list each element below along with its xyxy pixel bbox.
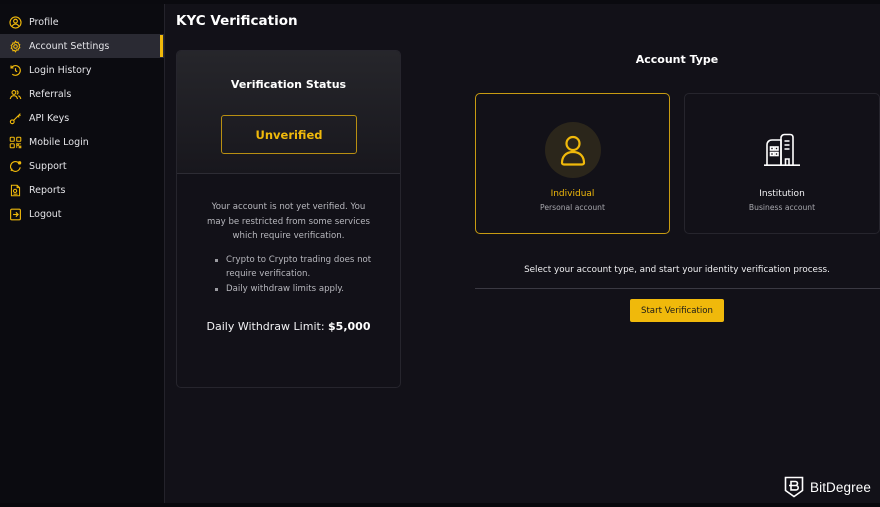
brand-name: BitDegree xyxy=(810,479,871,495)
building-icon xyxy=(754,122,810,178)
daily-withdraw-limit: Daily Withdraw Limit: $5,000 xyxy=(197,320,380,333)
list-item: Crypto to Crypto trading does not requir… xyxy=(215,253,380,282)
sidebar-item-reports[interactable]: Reports xyxy=(0,178,164,202)
status-bullet-list: Crypto to Crypto trading does not requir… xyxy=(197,253,380,297)
sidebar-item-api-keys[interactable]: API Keys xyxy=(0,106,164,130)
status-description: Your account is not yet verified. You ma… xyxy=(206,202,370,241)
support-chat-icon xyxy=(9,160,22,173)
sidebar-item-label: API Keys xyxy=(29,112,70,124)
sidebar-item-referrals[interactable]: Referrals xyxy=(0,82,164,106)
account-option-institution[interactable]: Institution Business account xyxy=(684,93,880,234)
account-option-name: Institution xyxy=(759,189,805,199)
sidebar-item-mobile-login[interactable]: Mobile Login xyxy=(0,130,164,154)
sidebar-item-label: Referrals xyxy=(29,88,72,100)
sidebar-item-label: Reports xyxy=(29,184,66,196)
sidebar-item-support[interactable]: Support xyxy=(0,154,164,178)
sidebar: Profile Account Settings Login History R… xyxy=(0,4,165,503)
sidebar-item-label: Logout xyxy=(29,208,62,220)
verification-status-title: Verification Status xyxy=(230,78,347,91)
account-type-instruction: Select your account type, and start your… xyxy=(524,265,830,275)
sidebar-item-label: Profile xyxy=(29,16,59,28)
list-item: Daily withdraw limits apply. xyxy=(215,282,380,297)
bitdegree-shield-logo-icon xyxy=(784,476,804,498)
sidebar-item-login-history[interactable]: Login History xyxy=(0,58,164,82)
user-circle-icon xyxy=(9,15,22,29)
status-badge: Unverified xyxy=(221,115,357,154)
page-title: KYC Verification xyxy=(176,13,298,29)
sidebar-item-label: Login History xyxy=(29,64,92,76)
account-option-subtitle: Business account xyxy=(748,203,816,212)
key-icon xyxy=(9,112,22,125)
report-document-icon xyxy=(9,184,22,197)
verification-status-card: Verification Status Unverified Your acco… xyxy=(176,50,401,388)
start-verification-button[interactable]: Start Verification xyxy=(630,299,724,322)
logout-icon xyxy=(9,208,22,221)
limit-label: Daily Withdraw Limit: xyxy=(206,320,325,333)
sidebar-item-profile[interactable]: Profile xyxy=(0,10,164,34)
sidebar-item-logout[interactable]: Logout xyxy=(0,202,164,226)
history-icon xyxy=(9,64,22,77)
sidebar-item-label: Support xyxy=(29,160,67,172)
account-type-title: Account Type xyxy=(635,53,719,66)
sidebar-item-label: Account Settings xyxy=(29,40,110,52)
sidebar-item-account-settings[interactable]: Account Settings xyxy=(0,34,164,58)
status-card-body: Your account is not yet verified. You ma… xyxy=(177,174,400,333)
users-icon xyxy=(9,88,22,101)
brand-watermark: BitDegree xyxy=(784,476,871,498)
divider xyxy=(475,288,880,289)
account-option-subtitle: Personal account xyxy=(540,203,605,212)
bottom-edge xyxy=(0,503,880,507)
qr-code-icon xyxy=(9,136,22,149)
user-icon xyxy=(544,122,601,178)
limit-value: $5,000 xyxy=(328,320,371,333)
status-card-header: Verification Status Unverified xyxy=(177,51,400,174)
gear-icon xyxy=(9,39,22,53)
sidebar-item-label: Mobile Login xyxy=(29,136,89,148)
account-option-name: Individual xyxy=(550,189,595,199)
account-option-individual[interactable]: Individual Personal account xyxy=(475,93,670,234)
